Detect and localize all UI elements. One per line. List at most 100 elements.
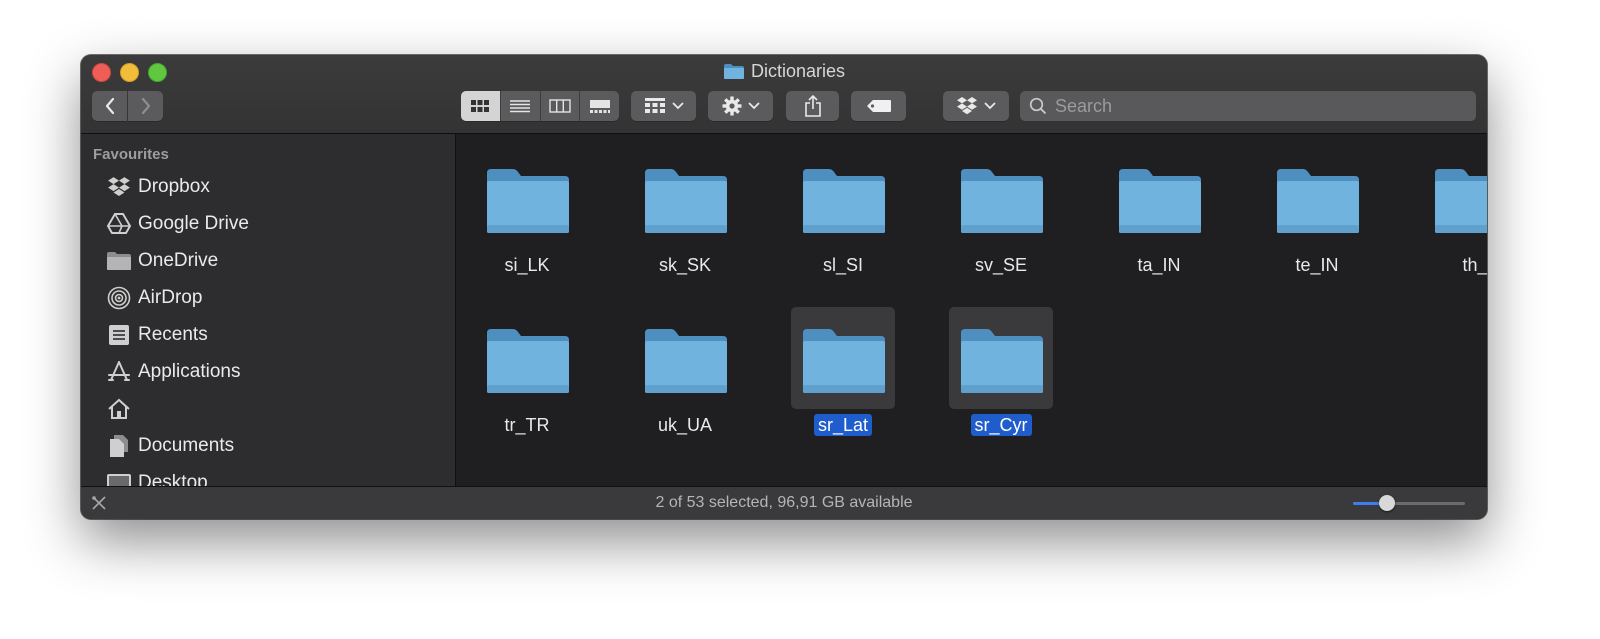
applications-icon [105, 358, 133, 386]
folder-icon [723, 63, 745, 85]
sidebar-item-dropbox[interactable]: Dropbox [105, 172, 210, 202]
home-icon [105, 395, 133, 423]
folder-name: uk_UA [613, 413, 757, 437]
folder-item[interactable]: sk_SK [633, 147, 737, 277]
sidebar-header: Favourites [93, 146, 169, 163]
chevron-right-icon [141, 97, 150, 115]
folder-icon [643, 327, 729, 400]
folder-item[interactable]: ta_IN [1107, 147, 1211, 277]
gear-icon [722, 96, 741, 116]
folder-name: sr_Cyr [929, 413, 1073, 437]
back-button[interactable] [92, 91, 127, 121]
search-input[interactable] [1053, 94, 1457, 118]
folder-name-text: sl_SI [822, 255, 864, 275]
airdrop-icon [105, 284, 133, 312]
list-view-button[interactable] [501, 91, 541, 121]
folder-item[interactable]: th_ [1423, 147, 1487, 277]
folder-item[interactable]: sv_SE [949, 147, 1053, 277]
folder-name: ta_IN [1087, 253, 1231, 277]
folder-name: si_LK [456, 253, 599, 277]
folder-name-text: si_LK [504, 255, 550, 275]
sidebar-item-label: Google Drive [138, 213, 249, 234]
action-menu-button[interactable] [708, 91, 773, 121]
column-view-button[interactable] [541, 91, 581, 121]
documents-icon [105, 432, 133, 460]
folder-icon [1275, 167, 1361, 240]
sidebar-item-home[interactable] [105, 394, 138, 424]
folder-item[interactable]: sl_SI [791, 147, 895, 277]
dropbox-icon [105, 173, 133, 201]
share-icon [804, 95, 821, 117]
window-title: Dictionaries [81, 60, 1487, 85]
sidebar-item-onedrive[interactable]: OneDrive [105, 246, 218, 276]
folder-icon [643, 167, 729, 240]
folder-name: te_IN [1245, 253, 1389, 277]
folder-icon [801, 327, 887, 400]
folder-name-text: sv_SE [974, 255, 1028, 275]
folder-name-text: th_ [1462, 255, 1487, 275]
folder-name-text: te_IN [1295, 255, 1339, 275]
folder-item[interactable]: si_LK [475, 147, 579, 277]
folder-name-text: uk_UA [657, 415, 713, 435]
sidebar-item-airdrop[interactable]: AirDrop [105, 283, 202, 313]
folder-item[interactable]: sr_Lat [791, 307, 895, 437]
search-icon [1029, 97, 1047, 115]
sidebar-item-recents[interactable]: Recents [105, 320, 208, 350]
folder-item[interactable]: tr_TR [475, 307, 579, 437]
folder-icon [959, 167, 1045, 240]
folder-icon [1433, 167, 1487, 240]
column-view-icon [549, 99, 571, 113]
chevron-down-icon [984, 102, 996, 110]
folder-icon [485, 167, 571, 240]
folder-item[interactable]: sr_Cyr [949, 307, 1053, 437]
sidebar-item-applications[interactable]: Applications [105, 357, 240, 387]
search-field[interactable] [1020, 91, 1476, 121]
folder-name: tr_TR [456, 413, 599, 437]
view-mode-control [461, 91, 619, 121]
forward-button[interactable] [128, 91, 163, 121]
dropbox-button[interactable] [943, 91, 1009, 121]
folder-name-text: sr_Cyr [970, 414, 1032, 436]
sidebar-item-label: Recents [138, 324, 208, 345]
tag-button[interactable] [851, 91, 906, 121]
sidebar-item-google-drive[interactable]: Google Drive [105, 209, 249, 239]
recents-icon [105, 321, 133, 349]
status-bar: 2 of 53 selected, 96,91 GB available [81, 486, 1487, 519]
sidebar-item-documents[interactable]: Documents [105, 431, 234, 461]
folder-name-text: sr_Lat [813, 414, 873, 436]
sidebar-item-desktop[interactable]: Desktop [105, 468, 208, 486]
chevron-down-icon [747, 102, 760, 110]
folder-icon [485, 327, 571, 400]
gallery-view-icon [589, 100, 610, 113]
chevron-down-icon [671, 102, 684, 110]
sidebar-item-label: Dropbox [138, 176, 210, 197]
sidebar-item-label: AirDrop [138, 287, 203, 308]
icon-view-button[interactable] [461, 91, 501, 121]
gallery-view-button[interactable] [580, 91, 619, 121]
sidebar-item-label: Documents [138, 435, 235, 456]
folder-name-text: sk_SK [658, 255, 712, 275]
chevron-left-icon [105, 97, 114, 115]
group-by-button[interactable] [631, 91, 696, 121]
titlebar: Dictionaries [81, 55, 1487, 134]
icon-size-slider[interactable] [1353, 495, 1465, 511]
sidebar-item-label: OneDrive [138, 250, 219, 271]
slider-thumb[interactable] [1379, 495, 1395, 511]
folder-name: sr_Lat [771, 413, 915, 437]
window-title-text: Dictionaries [750, 61, 846, 81]
folder-name: sl_SI [771, 253, 915, 277]
folder-name: sv_SE [929, 253, 1073, 277]
folder-icon [105, 247, 133, 275]
folder-name-text: ta_IN [1137, 255, 1181, 275]
finder-window: Dictionaries Search Favourites Dropbox G… [81, 55, 1487, 519]
file-grid: si_LK sk_SK sl_SI sv_SE ta_IN te_IN th_ tr_TR uk… [456, 134, 1487, 486]
tag-icon [866, 100, 891, 112]
folder-icon [1117, 167, 1203, 240]
share-button[interactable] [786, 91, 839, 121]
google-drive-icon [105, 210, 133, 238]
folder-name: sk_SK [613, 253, 757, 277]
folder-icon [801, 167, 887, 240]
group-grid-icon [644, 98, 665, 113]
folder-item[interactable]: te_IN [1265, 147, 1369, 277]
folder-item[interactable]: uk_UA [633, 307, 737, 437]
